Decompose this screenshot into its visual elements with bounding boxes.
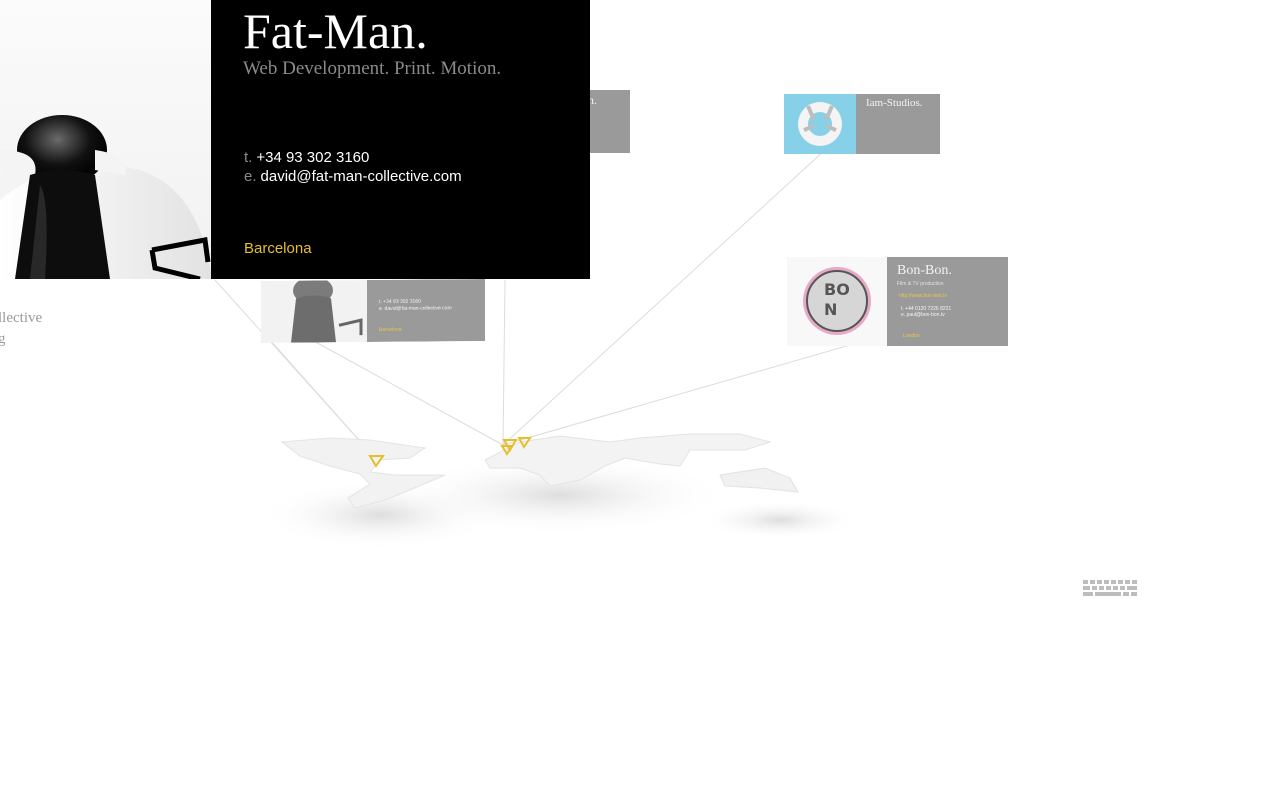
card-phone: t. +34 93 302 3160 [379,298,421,305]
brand-name: Fat-Man. [243,3,428,59]
card-logo: BO N [787,257,887,346]
card-photo [261,280,367,343]
card-website[interactable]: http://www.bon-bon.tv [899,293,947,299]
card-info: t. +34 93 302 3160 e. david@fat-man-coll… [367,279,485,343]
business-card-fatman[interactable]: Fat-Man. Web Development. Print. Motion.… [211,0,590,279]
card-info: Iam-Studios. [856,94,940,154]
card-email: e. paul@bon-bon.tv [901,312,945,318]
card-subtitle: Film & TV production [897,281,944,287]
card-city: London [903,333,920,339]
side-text-line: llective [0,310,43,326]
svg-text:BO: BO [824,280,850,299]
card-city: Barcelona [379,326,402,333]
brand-tagline: Web Development. Print. Motion. [243,58,502,79]
contact-block: t. +34 93 302 3160 e. david@fat-man-collec… [244,148,462,186]
svg-text:N: N [824,300,837,319]
business-card-iam-studios[interactable]: Iam-Studios. [784,94,940,154]
card-email: e. david@fat-man-collective.com [379,305,452,312]
phone-prefix: t. [244,149,253,166]
card-title: Bon-Bon. [897,263,952,278]
side-text-line: g [0,331,6,347]
phone-row: t. +34 93 302 3160 [244,148,462,167]
card-logo [784,94,856,154]
business-card-bon-bon[interactable]: BO N Bon-Bon. Film & TV production http:… [787,257,1008,346]
email-link[interactable]: david@fat-man-collective.com [261,168,462,185]
city-label: Barcelona [244,240,312,257]
world-map[interactable] [220,420,900,570]
card-title: Iam-Studios. [866,97,923,109]
keyboard-icon[interactable] [1083,580,1139,600]
business-card-fatman-small[interactable]: t. +34 93 302 3160 e. david@fat-man-coll… [261,279,485,343]
email-row: e. david@fat-man-collective.com [244,167,462,186]
phone-link[interactable]: +34 93 302 3160 [256,149,369,166]
email-prefix: e. [244,168,257,185]
side-text: llective g [0,308,42,350]
scooter-photo [0,0,212,279]
card-info: Bon-Bon. Film & TV production http://www… [887,257,1008,346]
